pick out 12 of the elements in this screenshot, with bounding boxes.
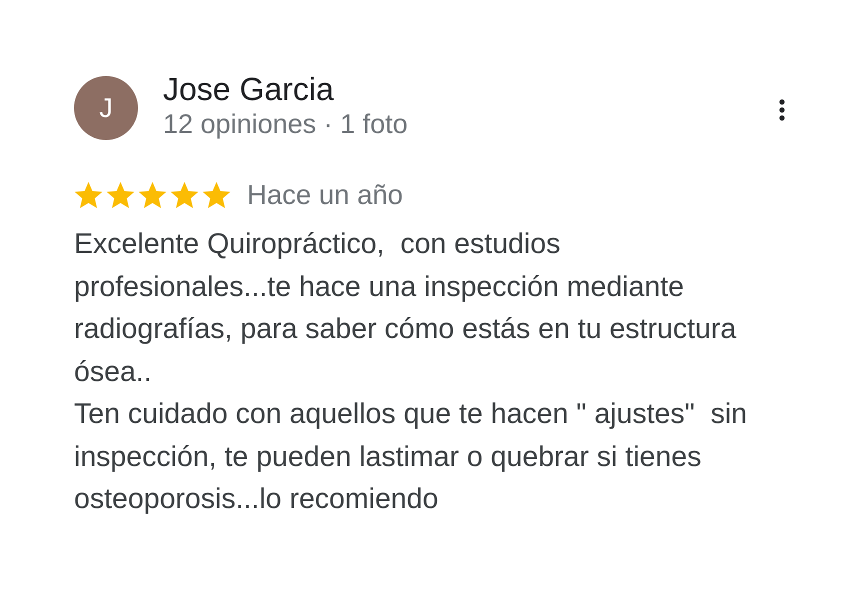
star-icon [202,181,231,209]
star-icon [170,181,199,209]
author-meta: 12 opiniones · 1 foto [163,108,408,141]
review-text: Ten cuidado con aquellos que te hacen " ajustes" sin inspección, te pueden lastimar o quebrar si tienes osteoporosis...lo recomiendo [74,397,748,517]
review-text: Excelente Quiropráctico, con estudios profesionales...te hace una inspección mediante radiografías, para saber cómo estás en tu estructura ósea.. [74,227,738,390]
star-icon [74,181,103,209]
more-icon[interactable] [778,98,786,122]
star-icon [138,181,167,209]
review-date: Hace un año [247,179,403,211]
avatar: J [74,76,138,140]
author-name[interactable]: Jose Garcia [163,71,334,107]
star-icon [106,181,135,209]
